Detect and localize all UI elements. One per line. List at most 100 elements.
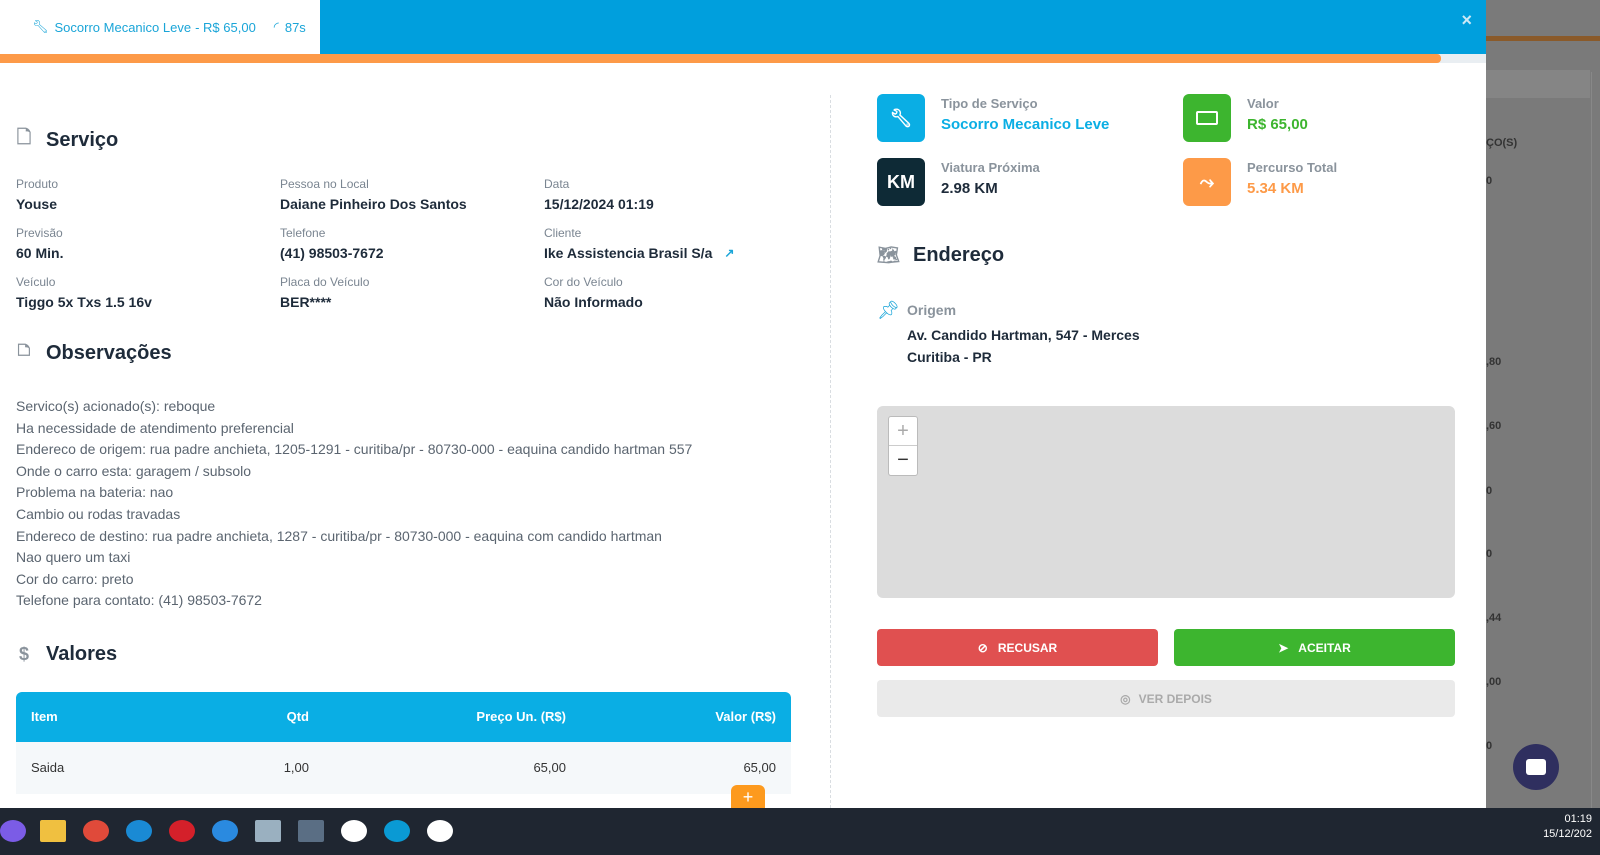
field-5: Cliente Ike Assistencia Brasil S/a ↗ [544,226,791,261]
stat-value: Socorro Mecanico Leve [941,116,1110,133]
field-value: Daiane Pinheiro Dos Santos [280,196,467,212]
observations-text: Servico(s) acionado(s): reboque Ha necess… [16,396,791,612]
paper-plane-icon: ➤ [1278,640,1289,655]
observation-line: Endereco de origem: rua padre anchieta, … [16,441,693,458]
observation-line: Cor do carro: preto [16,570,134,587]
phone-icon[interactable] [212,820,238,842]
field-8: Cor do Veículo Não Informado [544,275,791,310]
aceitar-label: ACEITAR [1298,640,1351,655]
km-icon: KM [877,158,925,206]
zoom-out-button[interactable]: − [889,446,917,475]
right-column: 🔧︎ Tipo de Serviço Socorro Mecanico Leve … [877,94,1455,717]
copilot-icon[interactable] [0,820,26,842]
field-value: 60 Min. [16,245,64,261]
file-explorer-icon[interactable] [40,820,66,842]
ban-icon: ⊘ [977,640,988,655]
field-7: Placa do Veículo BER**** [280,275,544,310]
opera-icon[interactable] [169,820,195,842]
spinner-icon: ◜ [273,19,279,34]
origin-address: 📌︎ Origem Av. Candido Hartman, 547 - Mer… [877,300,1455,368]
service-fields: Produto Youse Pessoa no Local Daiane Pinhei… [16,177,791,310]
money-icon [1183,94,1231,142]
external-link-icon[interactable]: ↗ [724,246,734,260]
field-value: BER**** [280,294,332,310]
app-icon[interactable] [384,820,410,842]
stat-viatura-proxima: KM Viatura Próxima 2.98 KM [877,158,1183,206]
system-clock[interactable]: 01:19 15/12/202 [1543,812,1592,842]
stat-value: 5.34 KM [1247,180,1304,197]
field-label: Telefone [280,226,326,240]
clock-date: 15/12/202 [1543,828,1592,840]
zoom-in-button[interactable]: + [889,417,917,446]
col-qtd: Qtd [216,691,324,742]
field-label: Produto [16,177,59,191]
taskbar: 01:19 15/12/202 [0,808,1600,855]
section-title-endereco: Endereço [913,243,1005,266]
field-label: Previsão [16,226,63,240]
service-tab[interactable]: 🔧︎ Socorro Mecanico Leve - R$ 65,00 ◜ 87… [0,0,320,54]
chat-widget-button[interactable] [1513,744,1559,790]
origin-line1: Av. Candido Hartman, 547 - Merces [907,327,1140,343]
field-value: 15/12/2024 01:19 [544,196,654,212]
bg-cell: ,80 [1486,356,1502,368]
close-button[interactable]: × [1461,10,1472,31]
wrench-icon: 🔧︎ [32,19,49,34]
maps-icon[interactable] [341,820,367,842]
clock-time: 01:19 [1564,813,1592,825]
bg-cell: 0 [1486,175,1493,187]
section-title-servico: Serviço [46,128,119,151]
field-label: Cliente [544,226,582,240]
recusar-label: RECUSAR [997,640,1058,655]
column-divider [830,95,831,808]
cell-preco: 65,00 [324,741,581,794]
ver-depois-label: VER DEPOIS [1138,691,1212,706]
col-valor: Valor (R$) [581,691,791,742]
recusar-button[interactable]: ⊘ RECUSAR [877,629,1158,666]
bg-cell: 0 [1486,485,1493,497]
observation-line: Endereco de destino: rua padre anchieta,… [16,527,662,544]
observation-line: Telefone para contato: (41) 98503-7672 [16,592,262,609]
calculator-icon[interactable] [298,820,324,842]
note-icon: 🗅 [17,340,31,360]
field-value: Não Informado [544,294,643,310]
field-value: Tiggo 5x Txs 1.5 16v [16,294,152,310]
notepad-icon[interactable] [255,820,281,842]
whatsapp-icon[interactable] [427,820,453,842]
bg-header: ÇO(S) [1486,137,1518,149]
tab-title: Socorro Mecanico Leve [54,19,192,35]
pin-icon: 📌︎ [877,300,900,320]
section-title-observacoes: Observações [46,341,172,364]
observation-line: Nao quero um taxi [16,549,131,566]
map[interactable]: + − [877,406,1455,598]
background-page: ÇO(S) 0 ,80 ,60 0 0 ,44 ,00 0 [1486,0,1600,808]
field-6: Veículo Tiggo 5x Txs 1.5 16v [16,275,280,310]
values-table: Item Qtd Preço Un. (R$) Valor (R$) Saida… [16,691,791,794]
document-icon: 🗋 [16,127,32,147]
bg-cell: 0 [1486,740,1493,752]
field-4: Telefone (41) 98503-7672 [280,226,544,261]
cell-item: Saida [16,741,216,794]
origin-line2: Curitiba - PR [907,349,992,365]
field-value: Ike Assistencia Brasil S/a [544,245,713,261]
aceitar-button[interactable]: ➤ ACEITAR [1174,629,1455,666]
modal-header: 🔧︎ Socorro Mecanico Leve - R$ 65,00 ◜ 87… [0,0,1486,54]
chrome-icon[interactable] [83,820,109,842]
observation-line: Problema na bateria: nao [16,484,174,501]
stat-label: Valor [1247,96,1279,111]
stat-valor: Valor R$ 65,00 [1183,94,1455,142]
field-value: Youse [16,196,57,212]
add-button[interactable]: + [731,785,765,808]
wrench-icon: 🔧︎ [877,94,925,142]
edge-icon[interactable] [126,820,152,842]
observation-line: Onde o carro esta: garagem / subsolo [16,462,252,479]
service-offer-modal: 🔧︎ Socorro Mecanico Leve - R$ 65,00 ◜ 87… [0,0,1486,808]
stat-tipo-servico: 🔧︎ Tipo de Serviço Socorro Mecanico Leve [877,94,1183,142]
ver-depois-button[interactable]: ◎ VER DEPOIS [877,680,1455,717]
stat-label: Tipo de Serviço [941,96,1038,111]
field-value: (41) 98503-7672 [280,245,384,261]
field-3: Previsão 60 Min. [16,226,280,261]
observation-line: Servico(s) acionado(s): reboque [16,398,216,414]
field-2: Data 15/12/2024 01:19 [544,177,791,212]
field-1: Pessoa no Local Daiane Pinheiro Dos Santo… [280,177,544,212]
timer: 87s [284,19,306,35]
